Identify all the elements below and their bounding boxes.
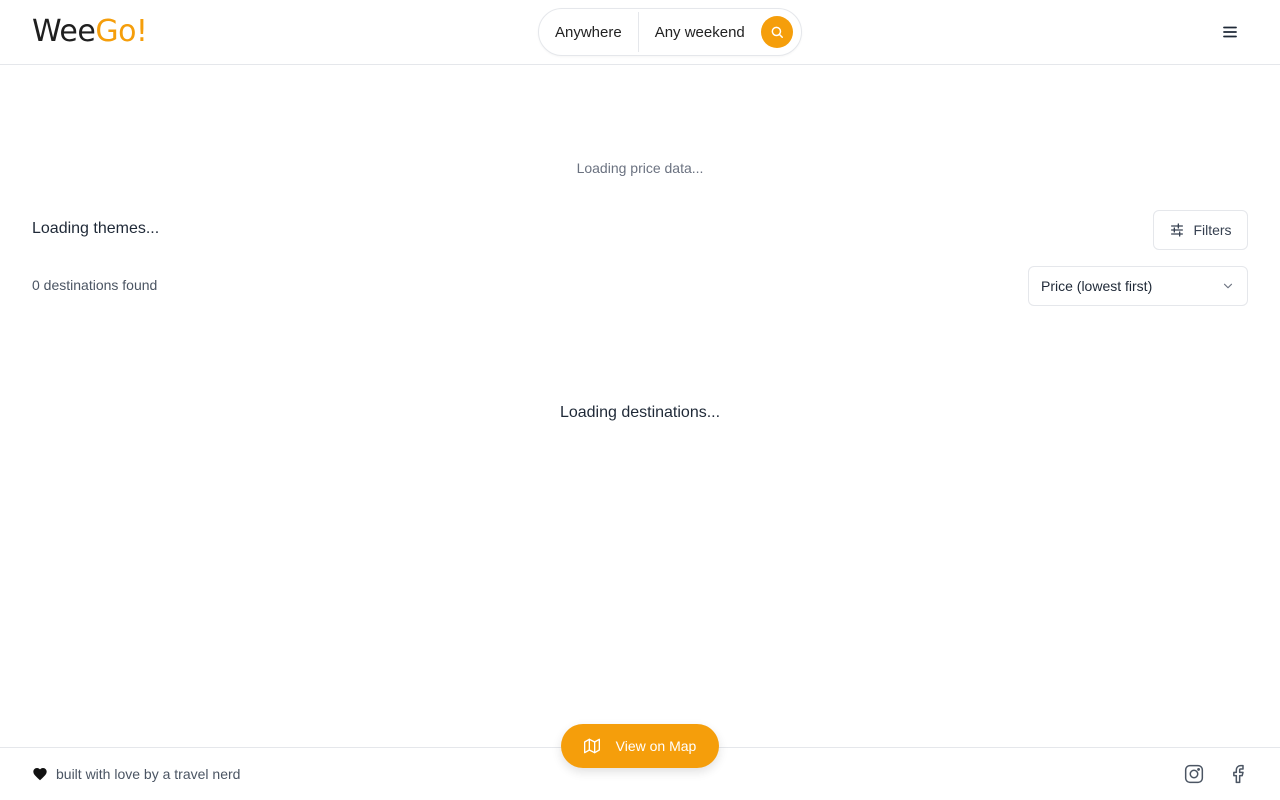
filters-button[interactable]: Filters — [1153, 210, 1248, 250]
facebook-link[interactable] — [1227, 763, 1249, 785]
menu-button[interactable] — [1218, 20, 1242, 44]
top-header: Wee Go! Anywhere Any weekend — [0, 0, 1280, 65]
heart-icon — [33, 768, 47, 781]
search-bar[interactable]: Anywhere Any weekend — [538, 8, 802, 56]
date-selector[interactable]: Any weekend — [639, 12, 761, 52]
sliders-icon — [1171, 223, 1184, 237]
map-icon — [583, 738, 600, 754]
footer-tagline-text: built with love by a travel nerd — [56, 766, 241, 782]
search-button[interactable] — [761, 16, 793, 48]
instagram-icon — [1184, 764, 1204, 784]
instagram-link[interactable] — [1183, 763, 1205, 785]
price-loading-status: Loading price data... — [576, 160, 704, 176]
facebook-icon — [1233, 764, 1244, 784]
logo-text-wee: Wee — [32, 14, 96, 49]
themes-loading-status: Loading themes... — [32, 220, 160, 237]
chevron-down-icon — [1223, 283, 1233, 289]
filters-label: Filters — [1193, 222, 1232, 238]
footer-tagline: built with love by a travel nerd — [32, 766, 240, 782]
location-selector[interactable]: Anywhere — [539, 12, 638, 52]
logo-text-go: Go! — [95, 14, 148, 49]
destinations-loading-status: Loading destinations... — [559, 404, 721, 421]
logo[interactable]: Wee Go! — [32, 14, 148, 50]
sort-select[interactable]: Price (lowest first) — [1028, 266, 1248, 306]
view-on-map-label: View on Map — [615, 738, 697, 754]
sort-selected-value: Price (lowest first) — [1041, 278, 1153, 294]
search-icon — [771, 26, 783, 38]
destinations-count: 0 destinations found — [32, 277, 158, 293]
view-on-map-button[interactable]: View on Map — [561, 724, 719, 768]
menu-icon — [1223, 26, 1237, 38]
